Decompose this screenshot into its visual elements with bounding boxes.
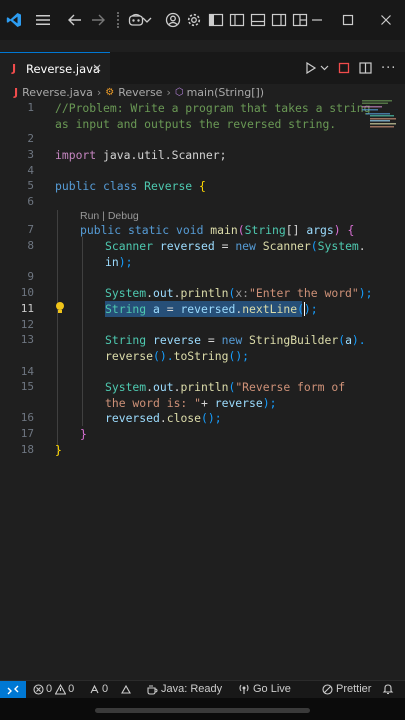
error-count: 0: [46, 683, 53, 695]
line-number: 2: [27, 132, 34, 145]
line-number: 1: [27, 101, 34, 114]
breadcrumb-method[interactable]: main(String[]): [187, 86, 264, 99]
prettier-label: Prettier: [336, 683, 372, 695]
code-line-7: public static void main(String[] args) {: [80, 223, 355, 237]
java-file-icon: J: [14, 85, 19, 99]
code-line-15-wrap: the word is: "+ reverse);: [105, 396, 277, 410]
breadcrumb-separator: ›: [166, 85, 171, 99]
codelens-run-debug[interactable]: Run | Debug: [80, 210, 139, 222]
warning-count: 0: [68, 683, 75, 695]
broadcast-icon: [239, 684, 249, 694]
text-cursor: [304, 302, 305, 316]
code-line-8-wrap: in);: [105, 255, 133, 269]
more-actions-icon[interactable]: ···: [381, 52, 396, 84]
split-editor-icon[interactable]: [359, 52, 372, 84]
code-line-13: String reverse = new StringBuilder(a).: [105, 333, 366, 347]
lightbulb-icon[interactable]: [55, 301, 65, 317]
line-number: 14: [20, 365, 34, 378]
line-number: 16: [20, 411, 34, 424]
line-number: 17: [20, 427, 34, 440]
toggle-panel-icon[interactable]: [249, 11, 267, 29]
java-cup-icon: [147, 684, 158, 695]
breadcrumb-file[interactable]: Reverse.java: [22, 86, 93, 99]
line-number: 4: [27, 164, 34, 177]
method-symbol-icon: ⬡: [174, 86, 184, 98]
code-line-5: public class Reverse {: [55, 179, 206, 193]
line-number: 12: [20, 318, 34, 331]
home-indicator[interactable]: [95, 708, 310, 713]
remote-indicator-icon[interactable]: [0, 680, 26, 699]
account-icon[interactable]: [164, 11, 182, 29]
line-number: 8: [27, 239, 34, 252]
code-line-13-wrap: reverse().toString();: [105, 349, 250, 363]
line-number: 6: [27, 195, 34, 208]
play-icon: [306, 62, 317, 74]
menu-icon[interactable]: [34, 11, 52, 29]
line-number: 13: [20, 333, 34, 346]
ports-icon: [90, 684, 99, 693]
toggle-sidebar-icon[interactable]: [228, 11, 246, 29]
code-line-11: String a = reversed.nextLine();: [105, 302, 318, 316]
toggle-secondary-sidebar-icon[interactable]: [270, 11, 288, 29]
line-number: 5: [27, 179, 34, 192]
tab-reverse-java[interactable]: J Reverse.java ×: [0, 52, 110, 84]
breadcrumb-class[interactable]: Reverse: [118, 86, 162, 99]
notifications-bell-icon[interactable]: [382, 681, 394, 697]
warning-icon: [55, 683, 67, 695]
toggle-primary-sidebar-icon[interactable]: [207, 11, 225, 29]
tab-close-icon[interactable]: ×: [92, 61, 102, 75]
code-line-17: }: [80, 427, 87, 441]
line-number: 15: [20, 380, 34, 393]
code-editor[interactable]: 1 2 3 4 5 6 7 8 9 10 11 12 13 14 15 16 1…: [0, 100, 405, 660]
vscode-logo-icon: [5, 11, 23, 29]
java-file-icon: J: [12, 62, 17, 75]
gear-icon[interactable]: [185, 11, 203, 29]
code-line-10: System.out.println(x:"Enter the word");: [105, 286, 373, 300]
go-live-button[interactable]: Go Live: [238, 681, 291, 697]
java-status[interactable]: Java: Ready: [146, 681, 222, 697]
ports-status[interactable]: 0: [89, 681, 108, 697]
chevron-down-icon[interactable]: [141, 11, 153, 29]
ports-count: 0: [102, 683, 109, 695]
code-line-15: System.out.println("Reverse form of: [105, 380, 346, 394]
run-options-chevron-icon[interactable]: [320, 52, 329, 84]
stop-icon[interactable]: [338, 52, 350, 84]
code-line-8: Scanner reversed = new Scanner(System.: [105, 239, 366, 253]
forward-arrow-icon[interactable]: [89, 11, 107, 29]
code-line-16: reversed.close();: [105, 411, 222, 425]
indent-guide: [82, 237, 83, 426]
line-number: 7: [27, 223, 34, 236]
back-arrow-icon[interactable]: [66, 11, 84, 29]
code-line-3: import java.util.Scanner;: [55, 148, 227, 162]
class-symbol-icon: ⚙: [105, 86, 115, 98]
debug-launch-icon[interactable]: [120, 681, 132, 697]
minimize-icon[interactable]: [302, 11, 332, 29]
java-status-label: Java: Ready: [161, 683, 223, 695]
run-button[interactable]: [305, 52, 317, 84]
line-number-active: 11: [20, 302, 34, 315]
code-line-1: //Problem: Write a program that takes a …: [55, 101, 371, 115]
prettier-icon: [322, 683, 333, 695]
problems-status[interactable]: 0 0: [33, 681, 74, 697]
breadcrumb-separator: ›: [96, 85, 102, 99]
code-line-1-wrap: as input and outputs the reversed string…: [55, 117, 337, 131]
maximize-icon[interactable]: [339, 11, 357, 29]
line-number: 10: [20, 286, 34, 299]
line-number: 9: [27, 270, 34, 283]
title-bar: [0, 0, 405, 40]
code-line-18: }: [55, 443, 62, 457]
minimap[interactable]: [362, 100, 398, 130]
indent-guide: [57, 210, 58, 456]
breadcrumb: J Reverse.java › ⚙ Reverse › ⬡ main(Stri…: [0, 84, 405, 100]
line-number: 18: [20, 443, 34, 456]
drag-handle[interactable]: [117, 12, 119, 28]
close-window-icon[interactable]: [377, 11, 395, 29]
prettier-status[interactable]: Prettier: [322, 681, 371, 697]
tab-label: Reverse.java: [26, 61, 100, 76]
line-number: 3: [27, 148, 34, 161]
error-icon: [33, 683, 44, 695]
go-live-label: Go Live: [253, 683, 291, 695]
